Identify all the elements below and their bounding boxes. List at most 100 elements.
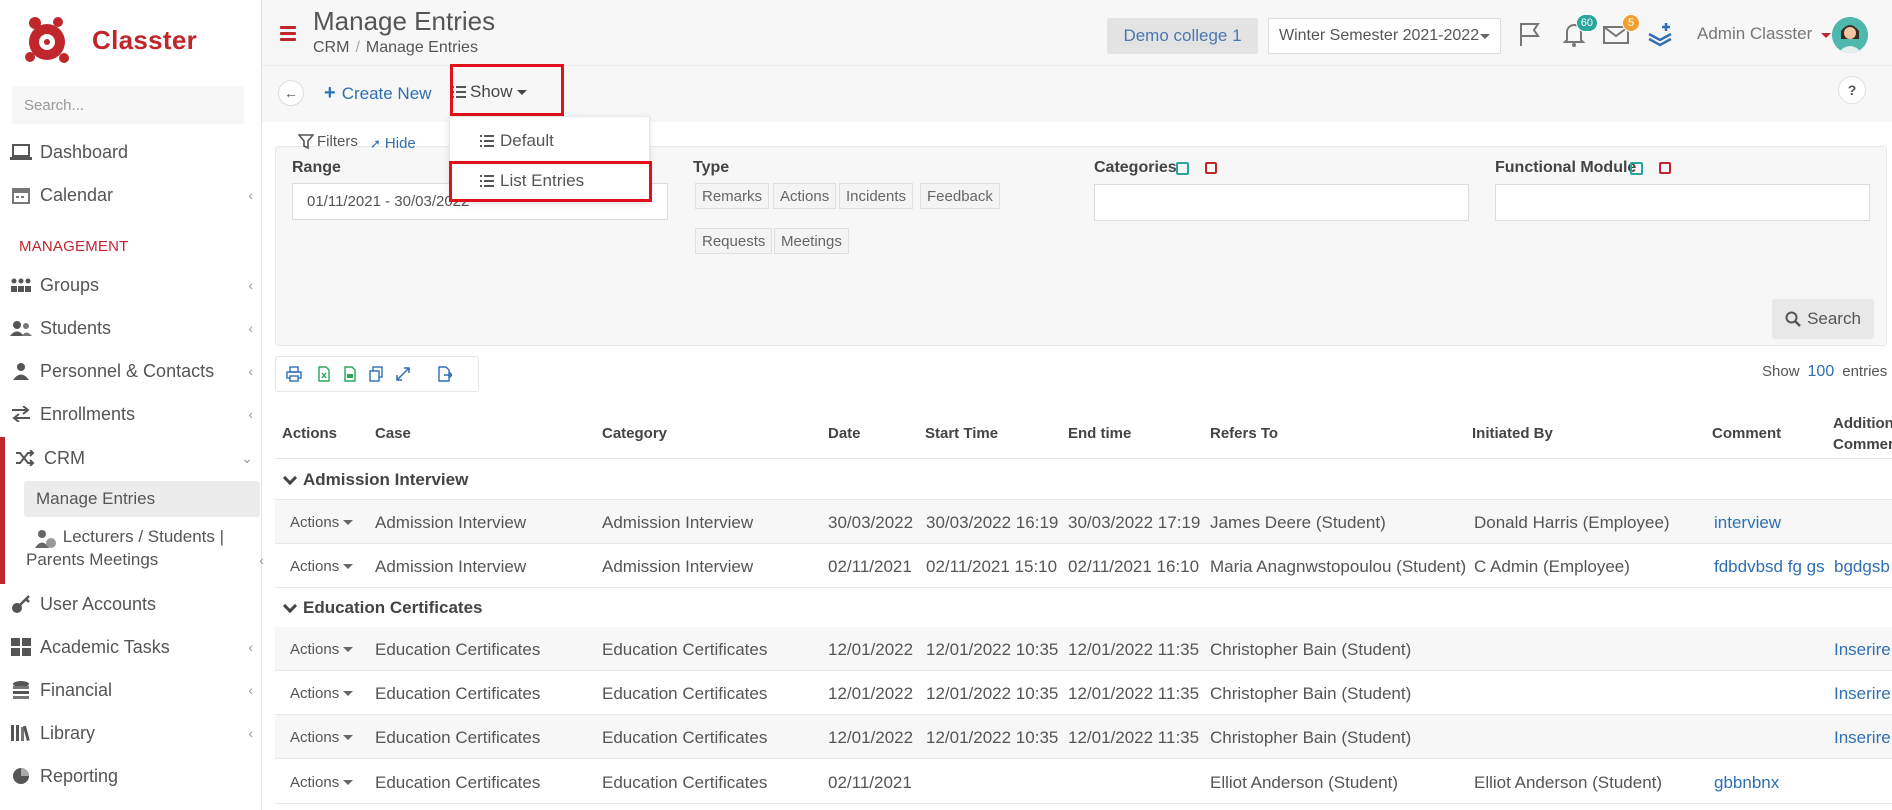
user-name[interactable]: Admin Classter	[1697, 24, 1812, 44]
sidebar-item-library[interactable]: Library ‹	[0, 713, 261, 753]
column-header-case[interactable]: Case	[375, 425, 411, 442]
sidebar-search-input[interactable]	[12, 86, 244, 124]
layers-plus-icon[interactable]	[1646, 20, 1674, 48]
cell-refers-to: Christopher Bain (Student)	[1210, 640, 1412, 659]
categories-input[interactable]	[1094, 184, 1469, 221]
sidebar-subitem-meetings[interactable]: Lecturers / Students | Parents Meetings …	[26, 525, 270, 571]
breadcrumb-item-current: Manage Entries	[365, 39, 478, 56]
sidebar-item-dashboard[interactable]: Dashboard	[0, 132, 261, 172]
sidebar-item-academic-tasks[interactable]: Academic Tasks ‹	[0, 627, 261, 667]
sidebar-item-crm[interactable]: CRM ⌄	[0, 438, 261, 478]
sidebar-item-label: Reporting	[40, 765, 119, 786]
chevron-left-icon: ‹	[248, 320, 253, 336]
column-header-comment[interactable]: Comment	[1712, 425, 1781, 442]
college-selector[interactable]: Demo college 1	[1107, 18, 1258, 54]
column-header-date[interactable]: Date	[828, 425, 861, 442]
create-new-button[interactable]: + Create New	[324, 82, 431, 105]
type-tag-feedback[interactable]: Feedback	[920, 183, 1000, 209]
sidebar-item-reporting[interactable]: Reporting	[0, 756, 261, 796]
search-button[interactable]: Search	[1772, 299, 1874, 339]
cell-additional-link[interactable]: Inserire	[1834, 684, 1891, 704]
sidebar: Classter Dashboard Calendar ‹ MANAGEMENT…	[0, 0, 264, 810]
sidebar-item-students[interactable]: Students ‹	[0, 308, 261, 348]
hide-filters-link[interactable]: ➚ Hide	[370, 135, 416, 152]
envelope-icon[interactable]: 5	[1602, 14, 1640, 48]
breadcrumb-item-crm[interactable]: CRM	[313, 39, 349, 56]
deselect-all-icon[interactable]	[1205, 162, 1217, 174]
filters-toggle[interactable]: Filters	[298, 133, 358, 150]
print-icon[interactable]	[286, 366, 302, 382]
cell-additional-link[interactable]: Inserire	[1834, 728, 1891, 748]
cell-refers-to: Christopher Bain (Student)	[1210, 728, 1412, 747]
export-icon[interactable]	[436, 366, 452, 382]
table-row[interactable]: Actions Admission Interview Admission In…	[275, 544, 1892, 588]
page-length-select[interactable]: 100	[1808, 363, 1835, 380]
grid-icon	[10, 636, 32, 658]
sidebar-item-calendar[interactable]: Calendar ‹	[0, 175, 261, 215]
csv-icon[interactable]	[342, 366, 358, 382]
expand-icon[interactable]	[395, 366, 411, 382]
menu-item-list-entries[interactable]: List Entries	[450, 161, 649, 201]
flag-icon[interactable]	[1516, 20, 1544, 48]
column-header-end-time[interactable]: End time	[1068, 425, 1131, 442]
messages-badge: 5	[1622, 14, 1640, 32]
select-all-icon[interactable]	[1630, 162, 1643, 175]
bell-icon[interactable]: 60	[1560, 14, 1598, 48]
column-header-initiated-by[interactable]: Initiated By	[1472, 425, 1553, 442]
row-actions-dropdown[interactable]: Actions	[290, 774, 354, 791]
table-row[interactable]: Actions Education Certificates Education…	[275, 715, 1892, 759]
avatar[interactable]	[1832, 17, 1868, 53]
show-dropdown-button[interactable]: Show	[452, 82, 527, 102]
menu-item-default[interactable]: Default	[450, 121, 649, 161]
chevron-down-icon	[282, 470, 298, 485]
sidebar-item-personnel[interactable]: Personnel & Contacts ‹	[0, 351, 261, 391]
back-button[interactable]: ←	[278, 80, 304, 106]
students-icon	[10, 317, 32, 339]
caret-down-icon[interactable]	[1821, 33, 1831, 38]
sidebar-item-user-accounts[interactable]: User Accounts	[0, 584, 261, 624]
group-row[interactable]: Admission Interview	[275, 460, 1892, 500]
menu-toggle-icon[interactable]	[280, 26, 296, 44]
copy-icon[interactable]	[368, 366, 384, 382]
table-row[interactable]: Actions Education Certificates Education…	[275, 760, 1892, 804]
column-header-category[interactable]: Category	[602, 425, 667, 442]
sidebar-item-groups[interactable]: Groups ‹	[0, 265, 261, 305]
group-row[interactable]: Education Certificates	[275, 588, 1892, 628]
column-header-actions[interactable]: Actions	[282, 425, 337, 442]
row-actions-dropdown[interactable]: Actions	[290, 729, 354, 746]
cell-comment-link[interactable]: gbbnbnx	[1714, 773, 1779, 793]
sidebar-item-financial[interactable]: Financial ‹	[0, 670, 261, 710]
cell-additional-link[interactable]: Inserire	[1834, 640, 1891, 660]
table-row[interactable]: Actions Admission Interview Admission In…	[275, 500, 1892, 544]
row-actions-dropdown[interactable]: Actions	[290, 641, 354, 658]
cell-end-time: 12/01/2022 11:35	[1068, 728, 1200, 747]
row-actions-dropdown[interactable]: Actions	[290, 558, 354, 575]
type-tag-actions[interactable]: Actions	[773, 183, 837, 209]
help-button[interactable]: ?	[1838, 76, 1866, 104]
row-actions-dropdown[interactable]: Actions	[290, 514, 354, 531]
column-header-additional-comment[interactable]: Addition Commen	[1833, 413, 1892, 455]
type-tag-meetings[interactable]: Meetings	[774, 228, 849, 254]
sidebar-subitem-manage-entries[interactable]: Manage Entries	[24, 481, 260, 517]
deselect-all-icon[interactable]	[1659, 162, 1671, 174]
type-tag-incidents[interactable]: Incidents	[839, 183, 914, 209]
table-row[interactable]: Actions Education Certificates Education…	[275, 627, 1892, 671]
cell-comment-link[interactable]: fdbdvbsd fg gs	[1714, 557, 1825, 577]
type-tag-remarks[interactable]: Remarks	[695, 183, 770, 209]
excel-icon[interactable]	[316, 366, 332, 382]
type-tag-requests[interactable]: Requests	[695, 228, 773, 254]
chevron-left-icon: ‹	[248, 277, 253, 293]
cell-comment-link[interactable]: interview	[1714, 513, 1781, 533]
row-actions-dropdown[interactable]: Actions	[290, 685, 354, 702]
table-row[interactable]: Actions Education Certificates Education…	[275, 671, 1892, 715]
cell-case: Admission Interview	[375, 513, 527, 532]
cell-case: Education Certificates	[375, 684, 541, 703]
app-logo[interactable]: Classter	[22, 10, 197, 70]
column-header-refers-to[interactable]: Refers To	[1210, 425, 1278, 442]
sidebar-item-enrollments[interactable]: Enrollments ‹	[0, 394, 261, 434]
column-header-start-time[interactable]: Start Time	[925, 425, 998, 442]
cell-additional-link[interactable]: bgdgsb	[1834, 557, 1890, 577]
functional-module-input[interactable]	[1495, 184, 1870, 221]
semester-select[interactable]: Winter Semester 2021-2022	[1268, 18, 1501, 54]
select-all-icon[interactable]	[1176, 162, 1189, 175]
